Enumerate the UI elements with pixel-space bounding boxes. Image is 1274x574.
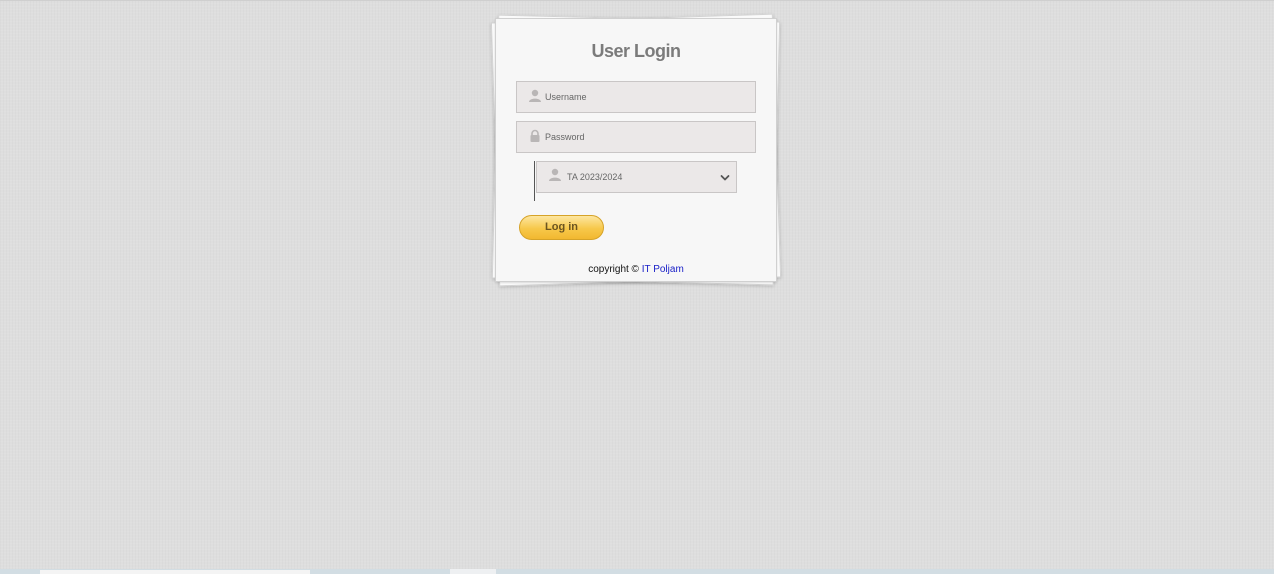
login-button[interactable]: Log in bbox=[519, 215, 604, 240]
username-placeholder: Username bbox=[545, 92, 587, 102]
taskbar bbox=[0, 569, 1274, 574]
username-field[interactable]: Username bbox=[516, 81, 756, 113]
taskbar-item[interactable] bbox=[40, 570, 310, 574]
user-icon bbox=[548, 168, 562, 182]
password-placeholder: Password bbox=[545, 132, 585, 142]
year-select-marker bbox=[534, 161, 535, 201]
academic-year-value: TA 2023/2024 bbox=[567, 172, 623, 182]
company-link[interactable]: IT Poljam bbox=[642, 264, 684, 275]
copyright-text: copyright © bbox=[588, 264, 639, 275]
top-divider bbox=[0, 0, 1274, 1]
login-card: User Login Username Password TA 2023/202… bbox=[495, 18, 777, 282]
user-icon bbox=[528, 89, 542, 103]
taskbar-item[interactable] bbox=[450, 569, 496, 574]
login-page: User Login Username Password TA 2023/202… bbox=[0, 0, 1274, 574]
academic-year-select[interactable]: TA 2023/2024 bbox=[536, 161, 737, 193]
password-field[interactable]: Password bbox=[516, 121, 756, 153]
copyright-footer: copyright © IT Poljam bbox=[496, 264, 776, 275]
lock-icon bbox=[528, 129, 542, 143]
page-title: User Login bbox=[591, 41, 681, 61]
chevron-down-icon[interactable] bbox=[719, 171, 731, 183]
